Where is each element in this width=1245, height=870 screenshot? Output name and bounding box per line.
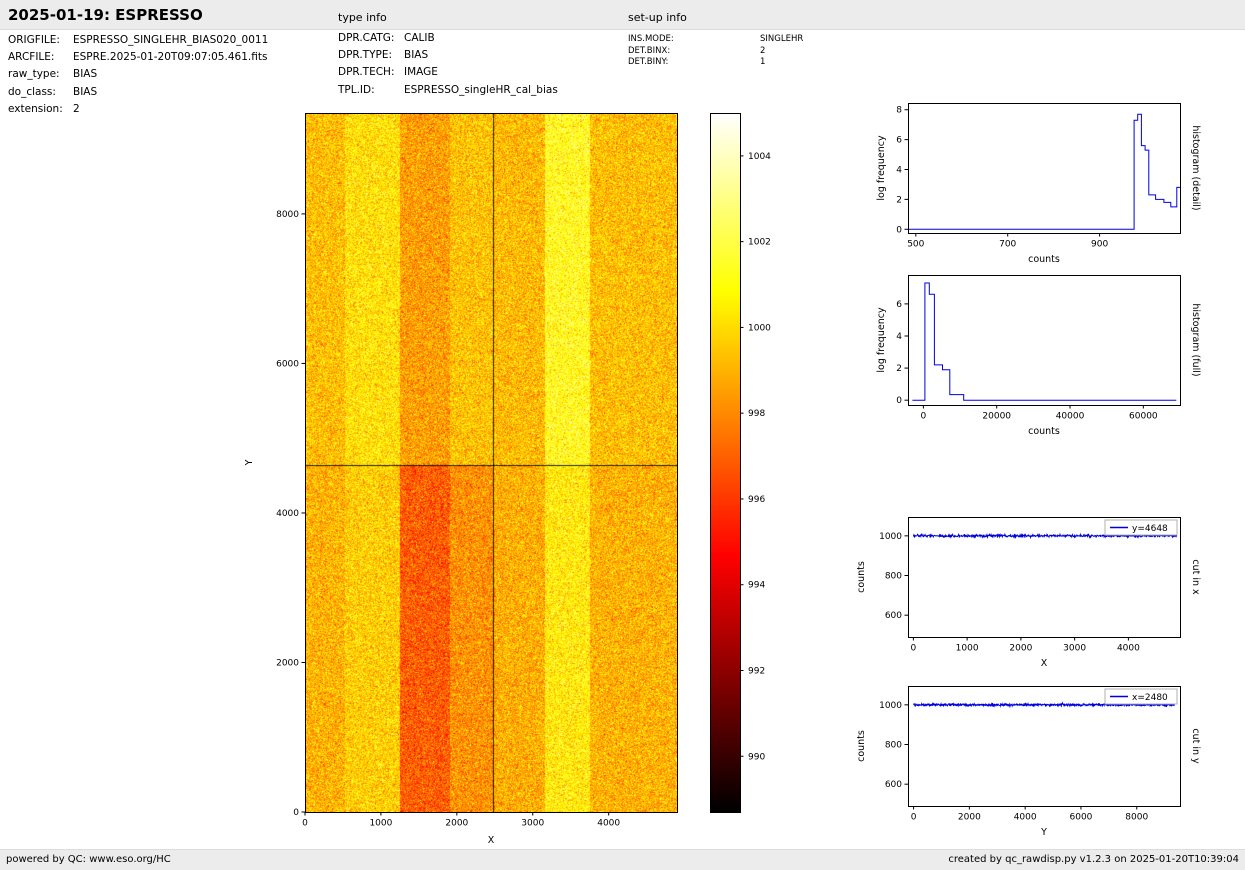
y-tick-label: 4000 [276,509,299,519]
colorbar-tick-label: 1000 [748,323,771,333]
histogram_detail-plot: 500 700 900 0 2 4 6 8 counts log frequency histogr… [876,104,1201,266]
histogram_full-series-line [912,283,1176,400]
colorbar-tick-label: 994 [748,581,765,591]
footer-bar: powered by QC: www.eso.org/HC created by… [0,849,1245,870]
x-tick-label: 60000 [1129,412,1158,422]
side-label: histogram (detail) [1190,125,1201,210]
histogram_full-plot: 0 20000 40000 60000 0 2 4 6 counts log frequency h… [876,276,1201,438]
raw-image-canvas [305,113,677,812]
x-axis-label: Y [1040,827,1047,838]
footer-right-text: created by qc_rawdisp.py v1.2.3 on 2025-… [948,854,1239,865]
cut_in_x-frame [909,518,1181,638]
x-tick-label: 700 [999,240,1016,250]
y-tick-label: 2 [896,364,902,374]
y-tick-label: 1000 [879,532,902,542]
cut_in_x-series-line [913,534,1176,538]
y-tick-label: 600 [885,611,902,621]
x-tick-label: 2000 [1009,644,1032,654]
x-tick-label: 4000 [1014,813,1037,823]
x-tick-label: 20000 [982,412,1011,422]
x-tick-label: 0 [911,813,917,823]
x-tick-label: 4000 [1117,644,1140,654]
y-tick-label: 8000 [276,210,299,220]
cut_in_x-legend [1105,520,1177,535]
y-axis-label: counts [856,730,867,762]
histogram_detail-frame [909,104,1181,234]
y-tick-label: 0 [896,396,902,406]
x-tick-label: 0 [921,412,927,422]
x-tick-label: 4000 [597,819,620,829]
histogram_detail-series-line [908,114,1180,229]
colorbar-tick-label: 1002 [748,238,771,248]
y-tick-label: 6000 [276,359,299,369]
y-tick-label: 2 [896,195,902,205]
x-tick-label: 0 [302,819,308,829]
y-axis-label: Y [244,459,255,466]
y-axis-label: log frequency [876,135,887,201]
footer-left-text: powered by QC: www.eso.org/HC [6,854,171,865]
y-axis-label: counts [856,561,867,593]
x-tick-label: 0 [911,644,917,654]
y-tick-label: 4 [896,165,902,175]
x-axis-label: X [1041,658,1048,669]
y-tick-label: 4 [896,332,902,342]
x-tick-label: 1000 [956,644,979,654]
y-tick-label: 0 [293,808,299,818]
cut_in_y-series-line [914,703,1175,707]
cut_in_y-plot: 0 2000 4000 6000 8000 600 800 1000 Ycounts cut in… [856,687,1201,839]
qc-report-page: 2025-01-19: ESPRESSO type info set-up in… [0,0,1245,870]
y-tick-label: 600 [885,780,902,790]
x-tick-label: 8000 [1125,813,1148,823]
y-tick-label: 2000 [276,658,299,668]
x-tick-label: 6000 [1070,813,1093,823]
x-tick-label: 2000 [445,819,468,829]
x-tick-label: 500 [907,240,924,250]
y-tick-label: 800 [885,741,902,751]
side-label: cut in y [1190,728,1201,764]
y-tick-label: 0 [896,225,902,235]
x-axis-label: counts [1028,254,1060,265]
colorbar-tick-label: 998 [748,409,765,419]
x-axis-label: X [488,835,495,846]
x-axis-label: counts [1028,426,1060,437]
side-label: histogram (full) [1190,303,1201,376]
histogram_full-frame [909,276,1181,406]
y-tick-label: 800 [885,572,902,582]
cut_in_y-frame [909,687,1181,807]
colorbar-tick-label: 992 [748,666,765,676]
x-tick-label: 3000 [1063,644,1086,654]
x-tick-label: 1000 [369,819,392,829]
cut_in_x-plot: 0 1000 2000 3000 4000 600 800 1000 Xcounts cut in… [856,518,1201,670]
y-axis-label: log frequency [876,307,887,373]
x-tick-label: 40000 [1056,412,1085,422]
x-tick-label: 2000 [958,813,981,823]
legend-label: y=4648 [1132,524,1168,534]
side-label: cut in x [1190,559,1201,595]
y-tick-label: 1000 [879,701,902,711]
colorbar-tick-label: 996 [748,495,765,505]
y-tick-label: 8 [896,106,902,116]
x-tick-label: 3000 [521,819,544,829]
colorbar-tick-label: 1004 [748,152,771,162]
plots-area: 9909929949969981000100210040100020003000… [0,0,1245,870]
colorbar-canvas [710,113,740,812]
cut_in_y-legend [1105,689,1177,704]
y-tick-label: 6 [896,300,902,310]
x-tick-label: 900 [1091,240,1108,250]
legend-label: x=2480 [1132,693,1168,703]
y-tick-label: 6 [896,136,902,146]
colorbar-tick-label: 990 [748,752,765,762]
